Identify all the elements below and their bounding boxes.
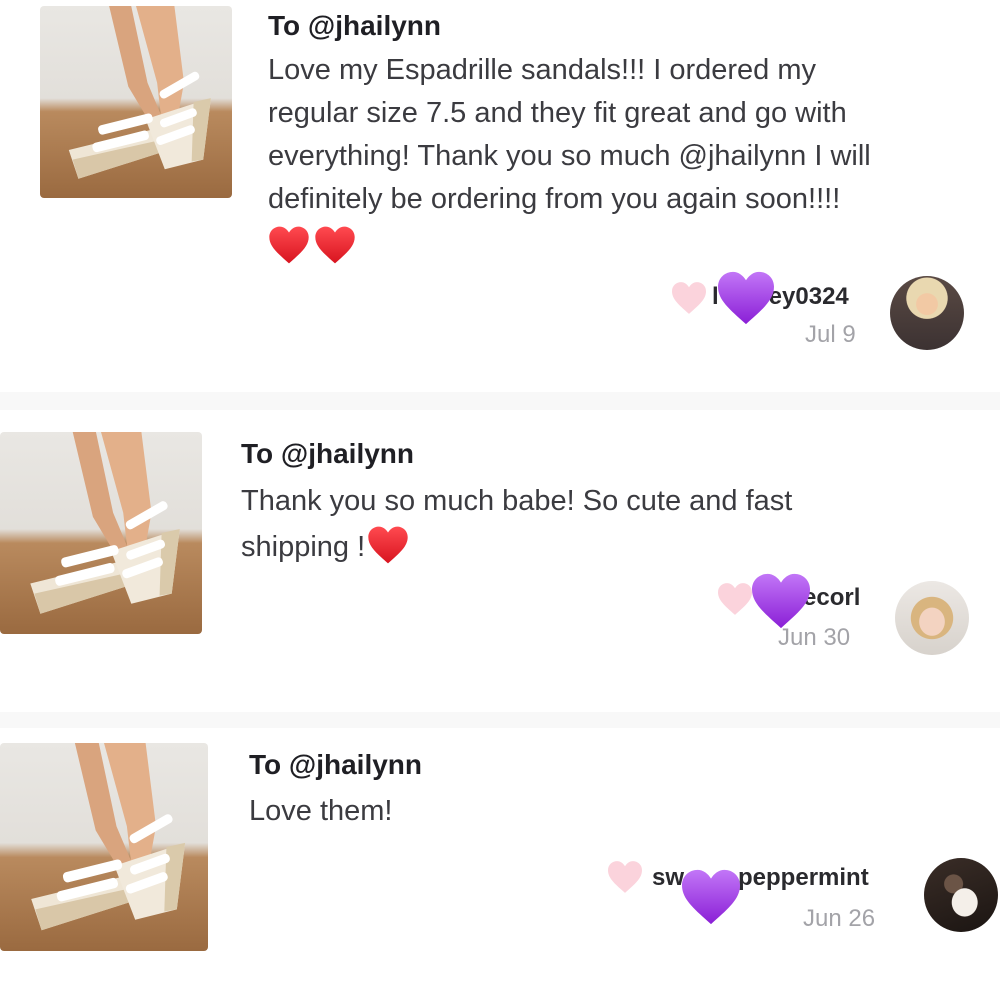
review-recipient: To @jhailynn xyxy=(268,10,442,41)
review-message-line: definitely be ordering from you again so… xyxy=(268,183,841,215)
review-message: Thank you so much babe! So cute and fast… xyxy=(241,478,961,570)
purple-heart-emoji xyxy=(682,869,740,925)
username-suffix: peppermint xyxy=(738,864,869,891)
review-message: Love them! xyxy=(249,790,949,833)
product-thumbnail[interactable] xyxy=(0,432,202,634)
review-message-line: Love them! xyxy=(249,795,393,827)
username-suffix: ey0324 xyxy=(768,283,849,310)
review-message-line: everything! Thank you so much @jhailynn … xyxy=(268,140,871,172)
review-date: Jul 9 xyxy=(805,321,856,348)
review-card: To @jhailynn Love my Espadrille sandals!… xyxy=(0,0,1000,385)
separator xyxy=(0,392,1000,410)
heart-outline-icon[interactable] xyxy=(716,582,754,616)
review-date: Jun 30 xyxy=(778,624,851,651)
emoji-row xyxy=(268,221,968,267)
review-message: Love my Espadrille sandals!!! I ordered … xyxy=(268,49,968,267)
heart-outline-icon[interactable] xyxy=(606,860,644,894)
purple-heart-emoji xyxy=(718,271,774,325)
review-message-line: Love my Espadrille sandals!!! I ordered … xyxy=(268,54,817,86)
purple-heart-emoji xyxy=(752,573,810,629)
avatar[interactable] xyxy=(895,581,969,655)
product-thumbnail[interactable] xyxy=(0,743,208,951)
review-recipient: To @jhailynn xyxy=(241,438,415,469)
review-date: Jun 26 xyxy=(803,905,876,932)
avatar[interactable] xyxy=(890,276,964,350)
red-heart-emoji xyxy=(368,526,408,564)
review-recipient: To @jhailynn xyxy=(249,749,423,780)
red-heart-emoji xyxy=(269,226,309,264)
review-message-line: regular size 7.5 and they fit great and … xyxy=(268,97,847,129)
product-thumbnail[interactable] xyxy=(40,6,232,198)
review-card: To @jhailynn Thank you so much babe! So … xyxy=(0,418,1000,708)
review-card: To @jhailynn Love them! sw peppermint Jun… xyxy=(0,728,1000,1000)
review-message-line: shipping ! xyxy=(241,524,961,570)
red-heart-emoji xyxy=(315,226,355,264)
review-message-line: Thank you so much babe! So cute and fast xyxy=(241,485,793,517)
avatar[interactable] xyxy=(924,858,998,932)
heart-outline-icon[interactable] xyxy=(670,281,708,315)
